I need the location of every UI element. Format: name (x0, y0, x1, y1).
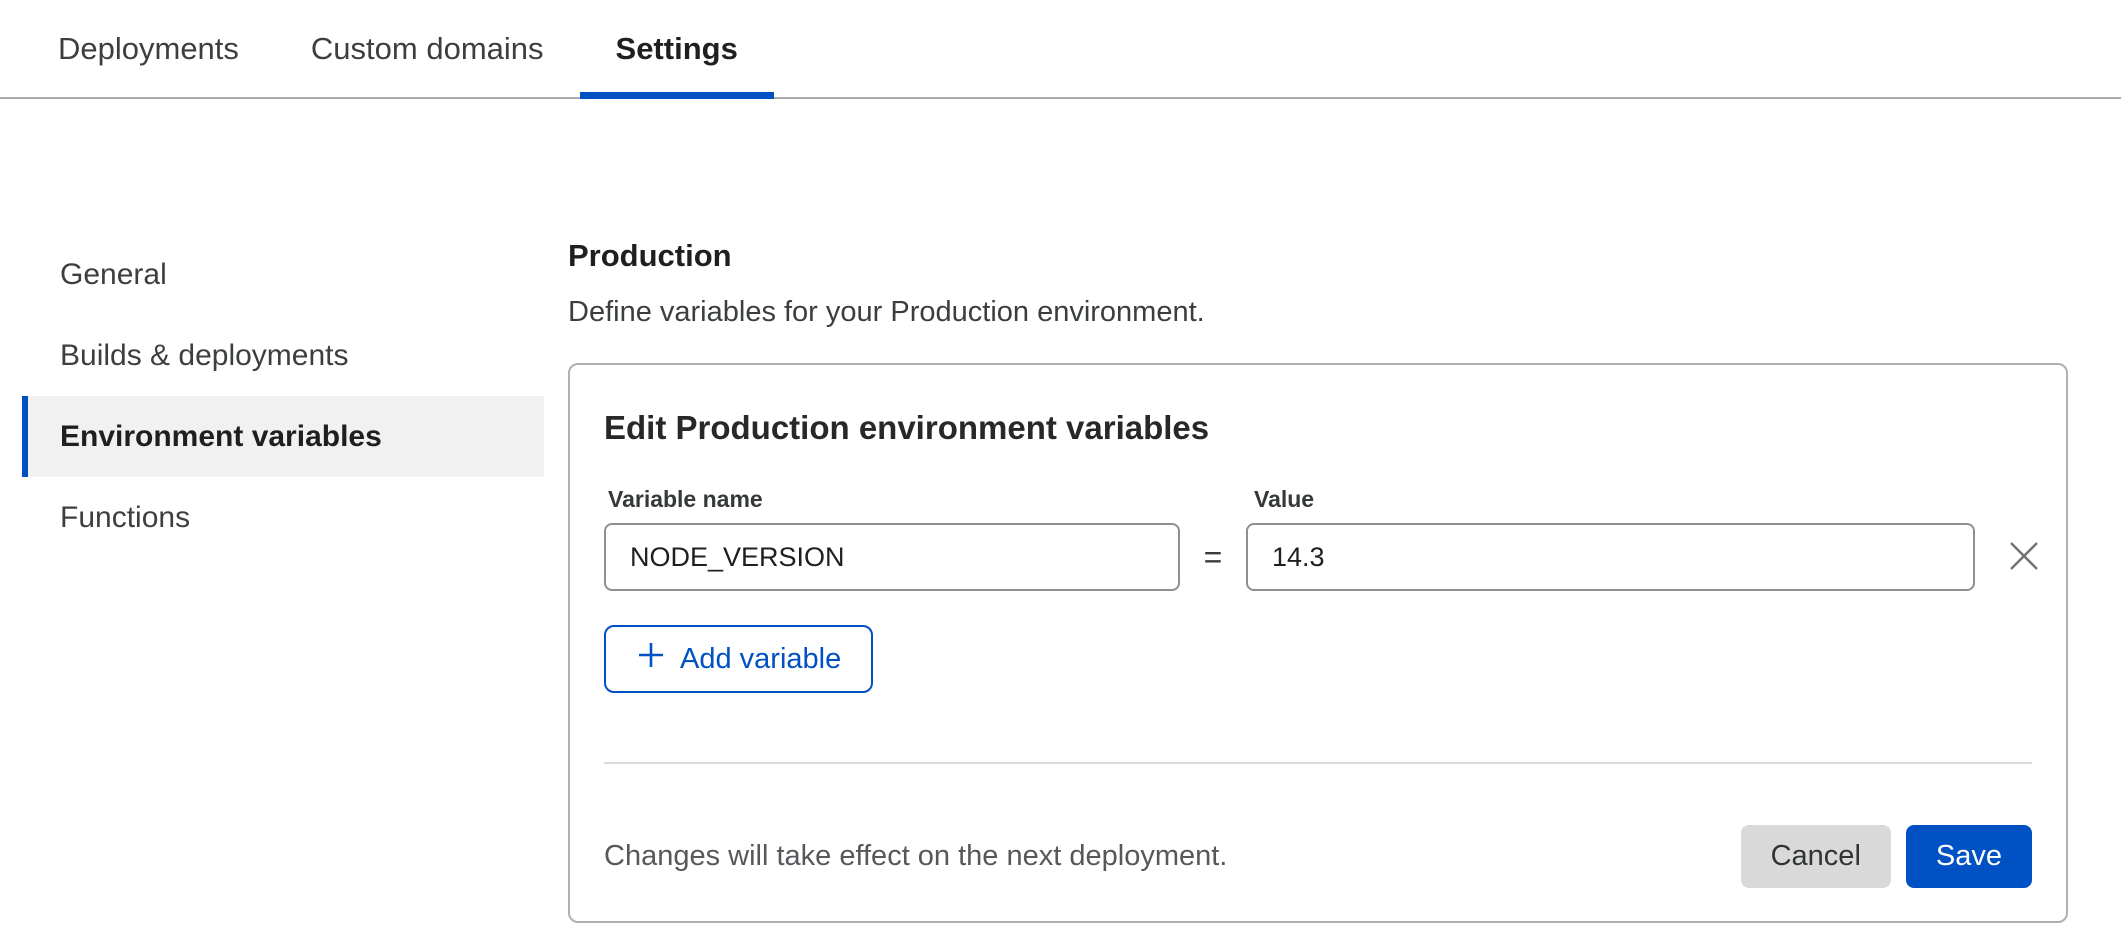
plus-icon (636, 640, 666, 678)
settings-sidebar: General Builds & deployments Environment… (22, 234, 544, 558)
sidebar-item-environment-variables[interactable]: Environment variables (22, 396, 544, 477)
add-variable-button[interactable]: Add variable (604, 625, 873, 693)
remove-variable-button[interactable] (2002, 535, 2046, 579)
tab-bar: Deployments Custom domains Settings (0, 0, 2121, 99)
card-footer: Changes will take effect on the next dep… (604, 825, 2032, 888)
footer-actions: Cancel Save (1741, 825, 2032, 888)
equals-separator: = (1180, 539, 1246, 576)
tab-settings[interactable]: Settings (580, 0, 774, 97)
field-labels-row: Variable name Value (604, 483, 2032, 515)
sidebar-item-general[interactable]: General (22, 234, 544, 315)
variable-value-input[interactable] (1246, 523, 1975, 591)
card-divider (604, 762, 2032, 764)
add-variable-label: Add variable (680, 643, 841, 676)
tab-deployments[interactable]: Deployments (22, 0, 275, 97)
cancel-button[interactable]: Cancel (1741, 825, 1891, 888)
sidebar-item-builds-deployments[interactable]: Builds & deployments (22, 315, 544, 396)
variable-row: = (604, 523, 2032, 591)
section-description: Define variables for your Production env… (568, 292, 2068, 332)
labels-spacer (1180, 483, 1246, 515)
deployment-note: Changes will take effect on the next dep… (604, 840, 1227, 873)
variable-name-input[interactable] (604, 523, 1180, 591)
card-title: Edit Production environment variables (604, 405, 2032, 451)
value-label: Value (1246, 483, 1975, 515)
tab-custom-domains[interactable]: Custom domains (275, 0, 580, 97)
sidebar-item-functions[interactable]: Functions (22, 477, 544, 558)
main-panel: Production Define variables for your Pro… (568, 234, 2068, 923)
section-title: Production (568, 234, 2068, 278)
environment-variables-card: Edit Production environment variables Va… (568, 363, 2068, 923)
close-x-icon (2007, 539, 2041, 576)
variable-name-label: Variable name (604, 483, 1180, 515)
save-button[interactable]: Save (1906, 825, 2032, 888)
page-content: General Builds & deployments Environment… (0, 99, 2121, 923)
